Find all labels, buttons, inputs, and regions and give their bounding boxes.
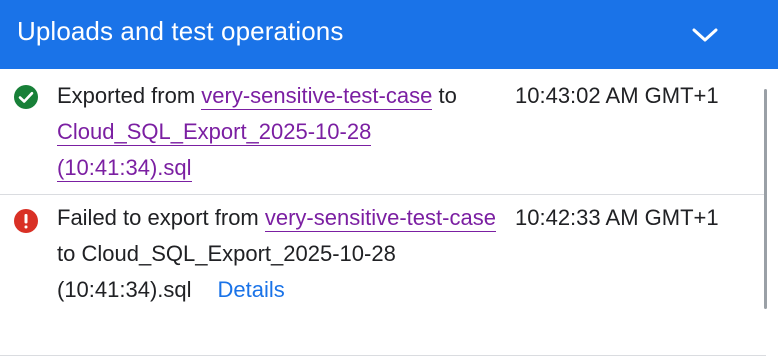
source-instance-link[interactable]: very-sensitive-test-case xyxy=(201,83,433,110)
operations-panel: Uploads and test operations Exported fro… xyxy=(0,0,778,363)
operation-timestamp: 10:43:02 AM GMT+1 xyxy=(515,83,719,108)
source-instance-link[interactable]: very-sensitive-test-case xyxy=(264,205,496,232)
operation-timestamp: 10:42:33 AM GMT+1 xyxy=(515,205,719,230)
check-circle-icon xyxy=(14,85,38,109)
message-prefix: Failed to export from xyxy=(57,205,265,230)
message-prefix: Exported from xyxy=(57,83,202,108)
message-connector: to xyxy=(57,241,76,266)
list-item: Failed to export from very-sensitive-tes… xyxy=(0,195,766,356)
scrollbar-track[interactable] xyxy=(766,69,778,363)
chevron-down-icon xyxy=(692,28,718,42)
list-item: Exported from very-sensitive-test-case t… xyxy=(0,69,766,195)
error-icon xyxy=(14,209,38,233)
panel-title: Uploads and test operations xyxy=(17,16,344,46)
collapse-button[interactable] xyxy=(684,14,726,56)
operation-message: Failed to export from very-sensitive-tes… xyxy=(57,200,497,308)
panel-header[interactable]: Uploads and test operations xyxy=(0,0,778,69)
details-link[interactable]: Details xyxy=(218,277,285,302)
operations-list: Exported from very-sensitive-test-case t… xyxy=(0,69,766,363)
operation-message: Exported from very-sensitive-test-case t… xyxy=(57,78,497,186)
export-file-link[interactable]: Cloud_SQL_Export_2025-10-28 (10:41:34).s… xyxy=(57,119,372,182)
scrollbar-thumb[interactable] xyxy=(764,89,767,309)
message-connector: to xyxy=(438,83,457,108)
